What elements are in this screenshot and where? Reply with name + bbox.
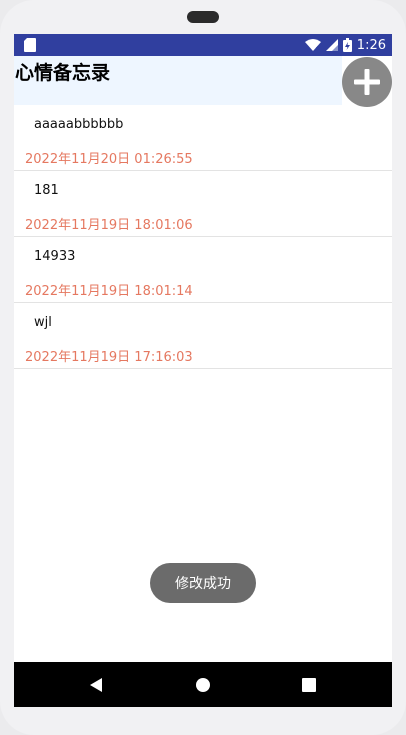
memo-text: wjl <box>34 315 52 330</box>
list-item[interactable]: 181 2022年11月19日 18:01:06 <box>14 171 392 237</box>
status-icons: 1:26 <box>304 34 386 56</box>
add-memo-button[interactable] <box>342 57 392 107</box>
list-item[interactable]: aaaaabbbbbb 2022年11月20日 01:26:55 <box>14 105 392 171</box>
home-button[interactable] <box>183 662 223 707</box>
back-button[interactable] <box>76 662 116 707</box>
home-icon <box>196 677 210 692</box>
back-icon <box>90 677 102 692</box>
plus-icon <box>354 69 380 95</box>
phone-frame: 1:26 心情备忘录 aaaaabbbbbb 2022年11月20日 01:26… <box>0 0 406 735</box>
status-bar: 1:26 <box>14 34 392 56</box>
memo-date: 2022年11月19日 18:01:06 <box>25 218 193 233</box>
list-item[interactable]: wjl 2022年11月19日 17:16:03 <box>14 303 392 369</box>
list-item[interactable]: 14933 2022年11月19日 18:01:14 <box>14 237 392 303</box>
recents-button[interactable] <box>289 662 329 707</box>
recents-icon <box>302 677 316 692</box>
memo-date: 2022年11月19日 17:16:03 <box>25 350 193 365</box>
memo-date: 2022年11月20日 01:26:55 <box>25 152 193 167</box>
navigation-bar <box>14 662 392 707</box>
memo-list: aaaaabbbbbb 2022年11月20日 01:26:55 181 202… <box>14 105 392 369</box>
speaker <box>187 11 219 23</box>
memo-text: aaaaabbbbbb <box>34 117 124 132</box>
sd-card-icon <box>24 38 36 52</box>
page-title: 心情备忘录 <box>15 62 111 84</box>
status-time: 1:26 <box>356 37 386 53</box>
memo-text: 181 <box>34 183 59 198</box>
memo-date: 2022年11月19日 18:01:14 <box>25 284 193 299</box>
wifi-icon <box>304 39 321 51</box>
memo-text: 14933 <box>34 249 76 264</box>
signal-icon <box>325 39 338 51</box>
screen: 1:26 心情备忘录 aaaaabbbbbb 2022年11月20日 01:26… <box>14 34 392 707</box>
toast-message: 修改成功 <box>150 563 256 603</box>
battery-icon <box>342 38 352 52</box>
app-header: 心情备忘录 <box>14 56 342 105</box>
